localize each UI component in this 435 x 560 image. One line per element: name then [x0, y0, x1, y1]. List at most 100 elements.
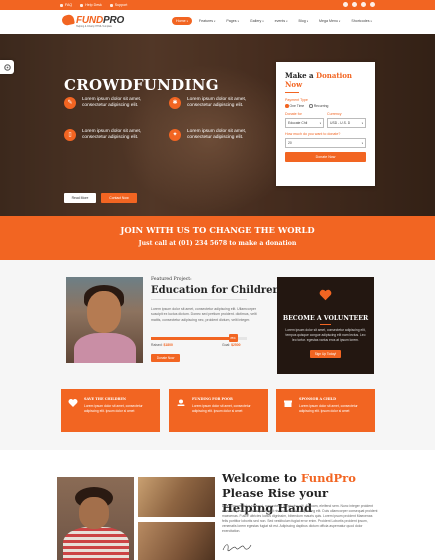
- hands-icon: [177, 399, 185, 406]
- volunteer-box: BECOME A VOLUNTEER Lorem ipsum dolor sit…: [277, 277, 374, 374]
- nav-pages[interactable]: Pages ▾: [222, 17, 243, 25]
- join-band: JOIN WITH US TO CHANGE THE WORLD Just ca…: [0, 216, 435, 260]
- twitter-icon[interactable]: [352, 2, 357, 7]
- goal-amount: Goal: $2500: [222, 343, 241, 347]
- nav-mega-menu[interactable]: Mega Menu ▾: [315, 17, 344, 25]
- card-title: SAVE THE CHILDREN: [84, 397, 127, 401]
- card-text: Lorem ipsum dolor sit amet, consectetur …: [192, 404, 251, 413]
- service-card-sponsor-child[interactable]: SPONSOR A CHILD Lorem ipsum dolor sit am…: [276, 389, 375, 432]
- donate-for-label: Donate for: [285, 112, 302, 116]
- service-card-save-children[interactable]: SAVE THE CHILDREN Lorem ipsum dolor sit …: [61, 389, 160, 432]
- main-nav: Home ▾ Features ▾ Pages ▾ Gallery ▾ events ▾ …: [172, 17, 376, 25]
- faq-icon: [60, 3, 63, 7]
- featured-project-description: Lorem ipsum dolor sit amet, consectetur …: [151, 307, 257, 322]
- payment-type-label: Payment Type: [285, 98, 308, 102]
- hero-feature: ✦ Lorem ipsum dolor sit amet, consectetur…: [169, 129, 246, 141]
- facebook-icon[interactable]: [343, 2, 348, 7]
- support-icon: [109, 3, 113, 7]
- donation-progress-bar: 85%: [151, 334, 247, 342]
- featured-donate-button[interactable]: Donate Now: [151, 354, 180, 362]
- read-more-button[interactable]: Read More: [64, 193, 96, 203]
- nav-shortcodes[interactable]: Shortcodes ▾: [347, 17, 376, 25]
- site-header: FUNDPRO Helping & Charity HTML Template …: [0, 10, 435, 34]
- logo-text-main: FUND: [76, 14, 103, 26]
- featured-project-title[interactable]: Education for Children: [151, 285, 280, 296]
- card-title: FUNDING FOR POOR: [192, 397, 233, 401]
- gift-icon: [284, 400, 292, 407]
- progress-percent: 85%: [228, 334, 238, 342]
- chevron-down-icon: ▾: [339, 19, 341, 23]
- nav-home[interactable]: Home ▾: [172, 17, 192, 25]
- payment-type-group: One Time Recurring: [285, 104, 366, 108]
- card-text: Lorem ipsum dolor sit amet, consectetur …: [84, 404, 143, 413]
- chevron-down-icon: ▾: [262, 19, 264, 23]
- card-title: SPONSOR A CHILD: [299, 397, 337, 401]
- pencil-icon: ✎: [64, 97, 76, 109]
- card-text: Lorem ipsum dolor sit amet, consectetur …: [299, 404, 358, 413]
- amount-input[interactable]: 20 ▾: [285, 138, 366, 148]
- chevron-down-icon: ▾: [186, 19, 188, 23]
- heart-icon: [68, 399, 78, 407]
- volunteer-title: BECOME A VOLUNTEER: [282, 315, 369, 322]
- chevron-down-icon: ▾: [214, 19, 216, 23]
- welcome-section: Welcome to FundPro Please Rise your Help…: [0, 450, 435, 560]
- welcome-text: Lorem ipsum dolor sit amet, consectetur …: [222, 504, 378, 533]
- heart-hand-icon: [319, 289, 332, 301]
- hero-feature: ▯ Lorem ipsum dolor sit amet, consectetur…: [64, 129, 141, 141]
- service-card-funding-poor[interactable]: FUNDING FOR POOR Lorem ipsum dolor sit a…: [169, 389, 268, 432]
- chevron-down-icon: ▾: [286, 19, 288, 23]
- logo-tagline: Helping & Charity HTML Template: [76, 25, 113, 28]
- amount-label: How much do you want to donate?: [285, 132, 341, 136]
- donate-for-select[interactable]: Educate Chil ▾: [285, 118, 324, 128]
- topbar-link-support[interactable]: Support: [109, 3, 127, 7]
- welcome-image-top: [138, 477, 215, 517]
- nav-gallery[interactable]: Gallery ▾: [246, 17, 268, 25]
- nav-features[interactable]: Features ▾: [195, 17, 220, 25]
- linkedin-icon[interactable]: [361, 2, 366, 7]
- featured-project-label: Featured Project:: [151, 277, 192, 282]
- signature-image: [222, 544, 252, 552]
- welcome-image-child: [57, 477, 134, 560]
- help-icon: [80, 3, 84, 7]
- hero-feature: ✎ Lorem ipsum dolor sit amet, consectetur…: [64, 97, 141, 109]
- progress-fill: [151, 337, 233, 340]
- settings-toggle[interactable]: [0, 60, 14, 74]
- instagram-icon[interactable]: [370, 2, 375, 7]
- hero-feature: ✱ Lorem ipsum dolor sit amet, consectetur…: [169, 97, 246, 109]
- chevron-down-icon: ▾: [361, 141, 363, 145]
- top-bar: FAQ Help Desk Support: [0, 0, 435, 10]
- radio-recurring[interactable]: Recurring: [309, 104, 328, 108]
- join-band-title: JOIN WITH US TO CHANGE THE WORLD: [120, 225, 315, 235]
- featured-project-image: [66, 277, 143, 363]
- donation-form: Make a Donation Now Payment Type One Tim…: [276, 62, 375, 186]
- contact-now-button[interactable]: Contact Now: [101, 193, 137, 203]
- chevron-down-icon: ▾: [306, 19, 309, 23]
- social-links: [343, 2, 375, 7]
- lightbulb-icon: ✱: [169, 97, 181, 109]
- heart-logo-icon: [61, 13, 75, 27]
- currency-select[interactable]: USD - U.S. D ▾: [327, 118, 366, 128]
- currency-label: Currency: [327, 112, 342, 116]
- gear-icon: [3, 63, 11, 71]
- radio-one-time[interactable]: One Time: [285, 104, 304, 108]
- welcome-image-bottom: [138, 522, 215, 560]
- donation-form-title: Make a Donation Now: [285, 71, 353, 89]
- settings-icon: ✦: [169, 129, 181, 141]
- chevron-down-icon: ▾: [370, 19, 372, 23]
- mobile-icon: ▯: [64, 129, 76, 141]
- donate-now-button[interactable]: Donate Now: [285, 152, 366, 162]
- nav-events[interactable]: events ▾: [271, 17, 292, 25]
- nav-blog[interactable]: Blog ▾: [295, 17, 313, 25]
- logo[interactable]: FUNDPRO Helping & Charity HTML Template: [61, 13, 125, 28]
- topbar-link-faq[interactable]: FAQ: [60, 3, 72, 7]
- raised-amount: Raised: $1800: [151, 343, 173, 347]
- sign-up-button[interactable]: Sign Up Today!: [310, 350, 341, 358]
- chevron-down-icon: ▾: [319, 121, 321, 125]
- join-band-subtitle: Just call at (01) 234 5678 to make a don…: [138, 240, 297, 247]
- chevron-down-icon: ▾: [361, 121, 363, 125]
- chevron-down-icon: ▾: [237, 19, 239, 23]
- topbar-link-help-desk[interactable]: Help Desk: [80, 3, 102, 7]
- hero-title: CROWDFUNDING: [64, 76, 219, 94]
- featured-project-section: Featured Project: Education for Children…: [0, 260, 435, 450]
- logo-text-accent: PRO: [102, 14, 125, 26]
